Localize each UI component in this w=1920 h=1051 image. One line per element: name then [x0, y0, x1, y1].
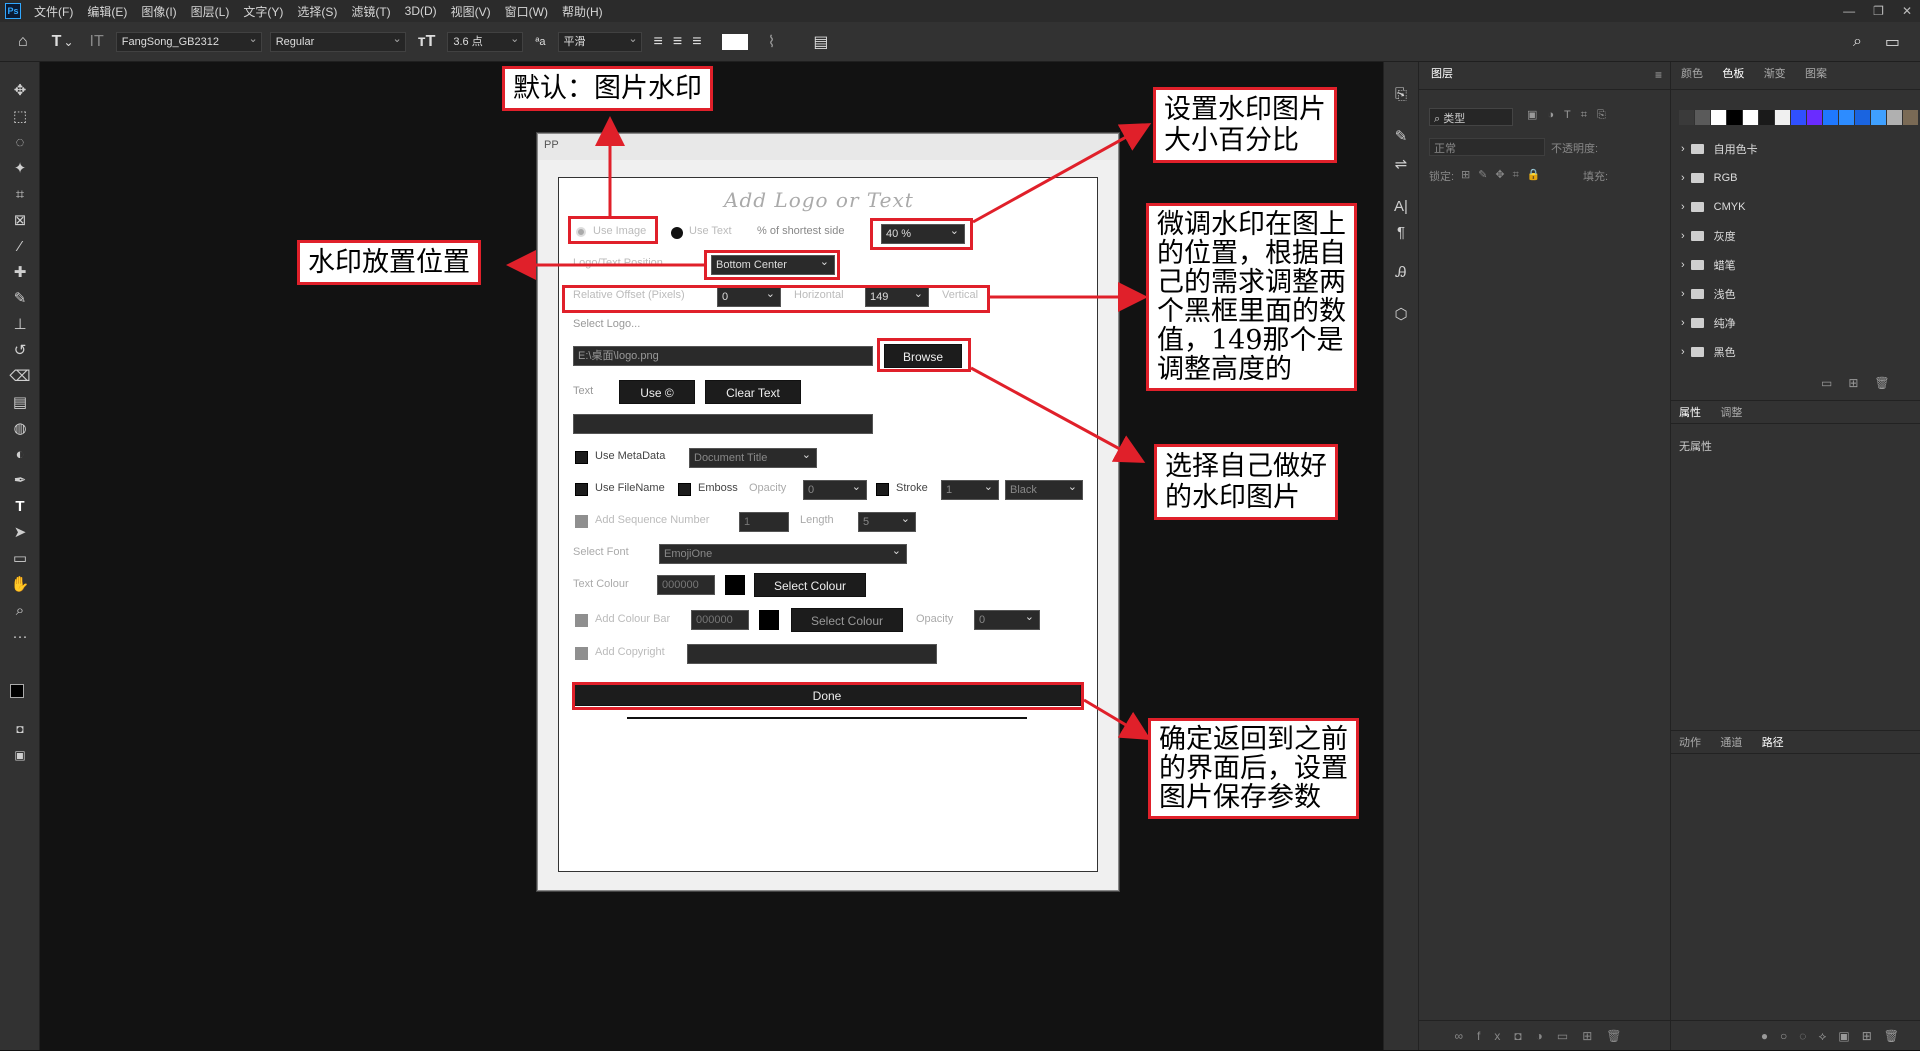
note-placement: 水印放置位置	[297, 240, 481, 285]
annotation-arrows	[506, 116, 1152, 741]
note-choose-image: 选择自己做好 的水印图片	[1154, 444, 1338, 520]
note-confirm: 确定返回到之前 的界面后，设置 图片保存参数	[1148, 718, 1359, 819]
arrow-size	[972, 123, 1152, 224]
note-fine-tune: 微调水印在图上 的位置，根据自 己的需求调整两 个黑框里面的数 值，149那个是…	[1146, 203, 1357, 391]
note-size-percent: 设置水印图片 大小百分比	[1153, 87, 1337, 163]
arrow-browse	[970, 366, 1146, 463]
arrow-done	[1083, 698, 1152, 741]
note-default-image-watermark: 默认：图片水印	[502, 66, 713, 111]
